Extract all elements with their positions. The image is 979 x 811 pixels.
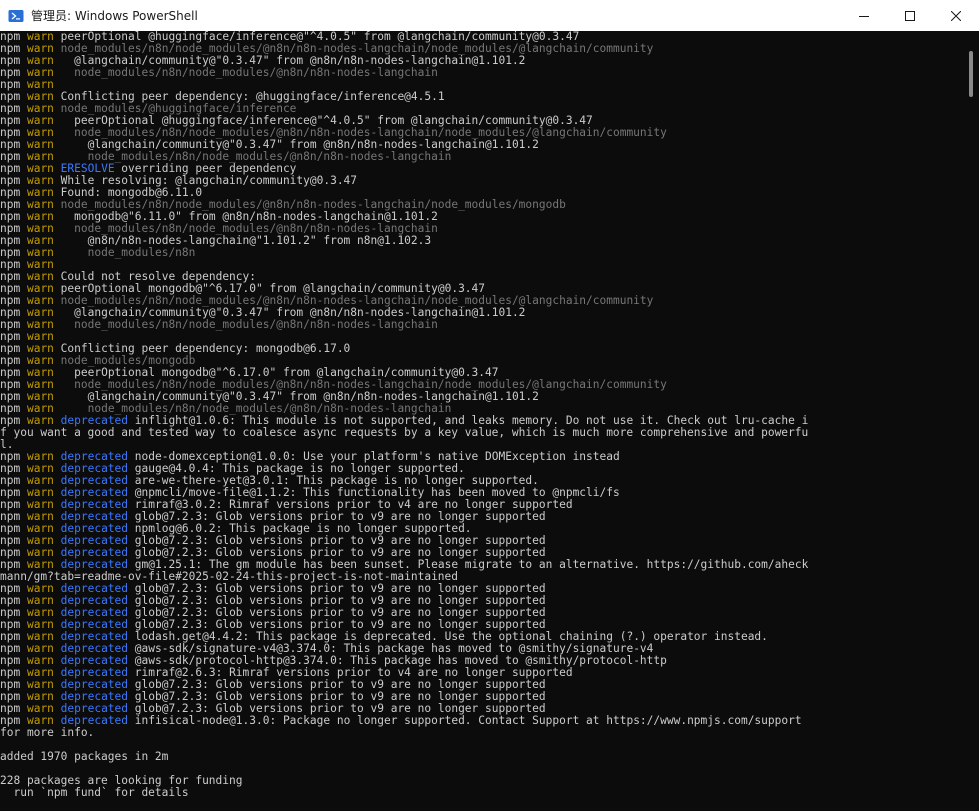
close-button[interactable] (933, 0, 979, 31)
maximize-button[interactable] (887, 0, 933, 31)
maximize-icon (905, 10, 915, 21)
vertical-scrollbar[interactable] (964, 31, 979, 811)
powershell-window: 管理员: Windows PowerShell npm warn peerOpt… (0, 0, 979, 811)
line-text: f you want a good and tested way to coal… (0, 426, 809, 439)
console-line: npm warn node_modules/n8n/node_modules/@… (0, 319, 964, 331)
line-text: for more info. (0, 726, 95, 739)
powershell-icon (8, 8, 24, 24)
minimize-button[interactable] (841, 0, 887, 31)
line-text: infisical-node@1.3.0: Package no longer … (128, 714, 802, 727)
line-text: node_modules/n8n/node_modules/@n8n/n8n-n… (60, 318, 438, 331)
window-title: 管理员: Windows PowerShell (31, 9, 198, 23)
console-line: npm warn node_modules/n8n/node_modules/@… (0, 67, 964, 79)
close-icon (951, 10, 961, 21)
line-text: run `npm fund` for details (0, 786, 189, 799)
line-text: added 1970 packages in 2m (0, 750, 169, 763)
console-lines: npm warn peerOptional @huggingface/infer… (0, 31, 964, 799)
window-controls (841, 0, 979, 31)
console-output[interactable]: npm warn peerOptional @huggingface/infer… (0, 31, 964, 811)
scrollbar-thumb[interactable] (969, 51, 973, 97)
minimize-icon (859, 15, 869, 17)
console-line: run `npm fund` for details (0, 787, 964, 799)
line-text: node_modules/n8n/node_modules/@n8n/n8n-n… (60, 66, 438, 79)
console-line: npm warn deprecated infisical-node@1.3.0… (0, 715, 964, 727)
console-line: for more info. (0, 727, 964, 739)
line-text: node_modules/n8n (60, 246, 196, 259)
console-line: f you want a good and tested way to coal… (0, 427, 964, 439)
title-bar[interactable]: 管理员: Windows PowerShell (0, 0, 979, 31)
console-line: added 1970 packages in 2m (0, 751, 964, 763)
console-line: npm warn node_modules/n8n (0, 247, 964, 259)
